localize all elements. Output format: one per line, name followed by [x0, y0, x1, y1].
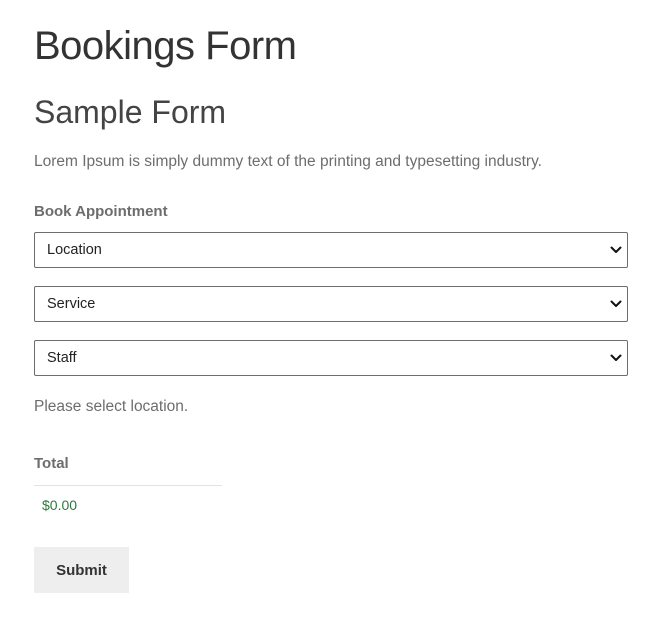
status-message: Please select location. [34, 398, 189, 415]
page-title: Bookings Form [34, 24, 297, 68]
total-label: Total [34, 455, 69, 472]
location-select[interactable]: Location [34, 232, 628, 268]
chevron-down-icon [610, 246, 622, 253]
location-select-value: Location [47, 242, 102, 258]
service-select[interactable]: Service [34, 286, 628, 322]
form-title: Sample Form [34, 94, 227, 130]
service-select-value: Service [47, 296, 96, 312]
chevron-down-icon [610, 354, 622, 361]
submit-button[interactable]: Submit [34, 547, 129, 593]
total-value: $0.00 [42, 497, 78, 513]
staff-select[interactable]: Staff [34, 340, 628, 376]
total-divider [34, 485, 222, 486]
staff-select-value: Staff [47, 350, 77, 366]
book-appointment-label: Book Appointment [34, 203, 168, 220]
chevron-down-icon [610, 300, 622, 307]
form-description: Lorem Ipsum is simply dummy text of the … [34, 153, 542, 170]
